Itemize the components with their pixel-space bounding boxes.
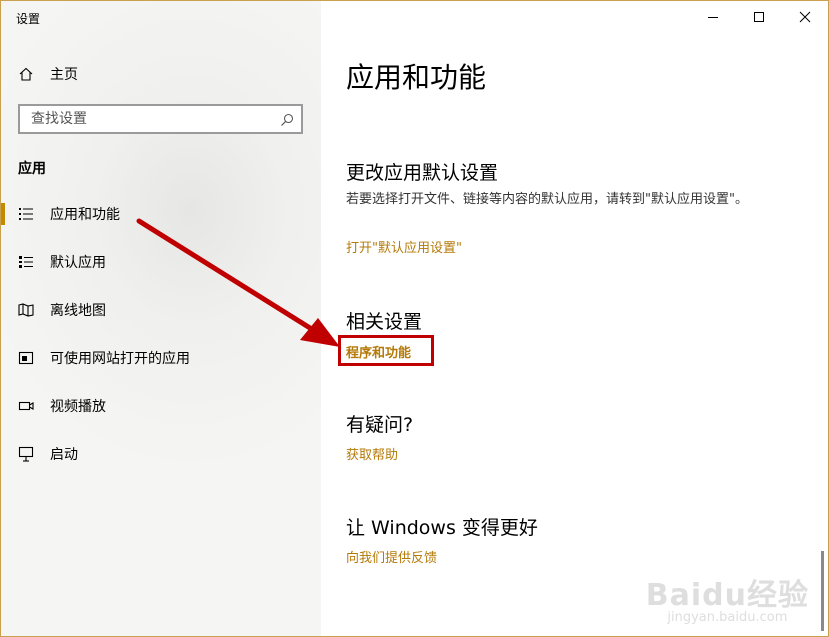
sidebar-item-default-apps[interactable]: 默认应用	[1, 244, 321, 280]
default-apps-description: 若要选择打开文件、链接等内容的默认应用，请转到"默认应用设置"。	[346, 192, 748, 207]
sidebar-item-offline-maps[interactable]: 离线地图	[1, 292, 321, 328]
sidebar-item-startup[interactable]: 启动	[1, 436, 321, 472]
search-box[interactable]	[18, 104, 303, 134]
close-icon	[799, 11, 811, 23]
watermark-logo: Baidu经验	[645, 578, 809, 613]
video-icon	[18, 398, 34, 414]
sidebar-item-label: 视频播放	[50, 399, 106, 415]
get-help-link[interactable]: 获取帮助	[346, 444, 398, 463]
list-icon	[18, 206, 34, 222]
sidebar-item-label: 离线地图	[50, 303, 106, 319]
close-button[interactable]	[782, 1, 828, 33]
default-apps-icon	[18, 254, 34, 270]
related-settings-heading: 相关设置	[346, 311, 423, 333]
sidebar-item-website-apps[interactable]: 可使用网站打开的应用	[1, 340, 321, 376]
sidebar-item-label: 应用和功能	[50, 207, 120, 223]
home-nav[interactable]: 主页	[18, 63, 78, 85]
sidebar-item-apps-features[interactable]: 应用和功能	[1, 196, 321, 232]
sidebar-item-label: 可使用网站打开的应用	[50, 351, 190, 367]
sidebar-item-video-playback[interactable]: 视频播放	[1, 388, 321, 424]
home-icon	[18, 66, 34, 82]
search-icon[interactable]	[280, 112, 294, 126]
open-default-apps-link[interactable]: 打开"默认应用设置"	[346, 237, 462, 256]
sidebar-item-label: 默认应用	[50, 255, 106, 271]
baidu-watermark: Baidu经验 jingyan.baidu.com	[646, 570, 809, 625]
website-apps-icon	[18, 350, 34, 366]
map-icon	[18, 302, 34, 318]
home-label: 主页	[50, 67, 78, 83]
maximize-icon	[754, 12, 764, 22]
startup-icon	[18, 446, 34, 462]
window-title: 设置	[16, 12, 41, 26]
watermark-url: jingyan.baidu.com	[667, 610, 788, 625]
minimize-button[interactable]	[690, 1, 736, 33]
sidebar-item-label: 启动	[50, 447, 78, 463]
search-input[interactable]	[29, 110, 273, 128]
default-apps-heading: 更改应用默认设置	[346, 162, 499, 184]
feedback-heading: 让 Windows 变得更好	[346, 517, 538, 539]
settings-window: 设置 主页 应用 应用和功能 默认应用	[0, 0, 829, 637]
give-feedback-link[interactable]: 向我们提供反馈	[346, 547, 437, 566]
minimize-icon	[708, 17, 718, 18]
question-heading: 有疑问?	[346, 414, 414, 436]
active-indicator	[1, 203, 5, 225]
content-pane: 应用和功能 更改应用默认设置 若要选择打开文件、链接等内容的默认应用，请转到"默…	[321, 1, 828, 636]
scrollbar-thumb[interactable]	[821, 551, 824, 631]
sidebar: 设置 主页 应用 应用和功能 默认应用	[1, 1, 321, 636]
programs-features-link[interactable]: 程序和功能	[346, 342, 411, 361]
section-label: 应用	[18, 161, 46, 177]
page-title: 应用和功能	[346, 61, 487, 94]
maximize-button[interactable]	[736, 1, 782, 33]
